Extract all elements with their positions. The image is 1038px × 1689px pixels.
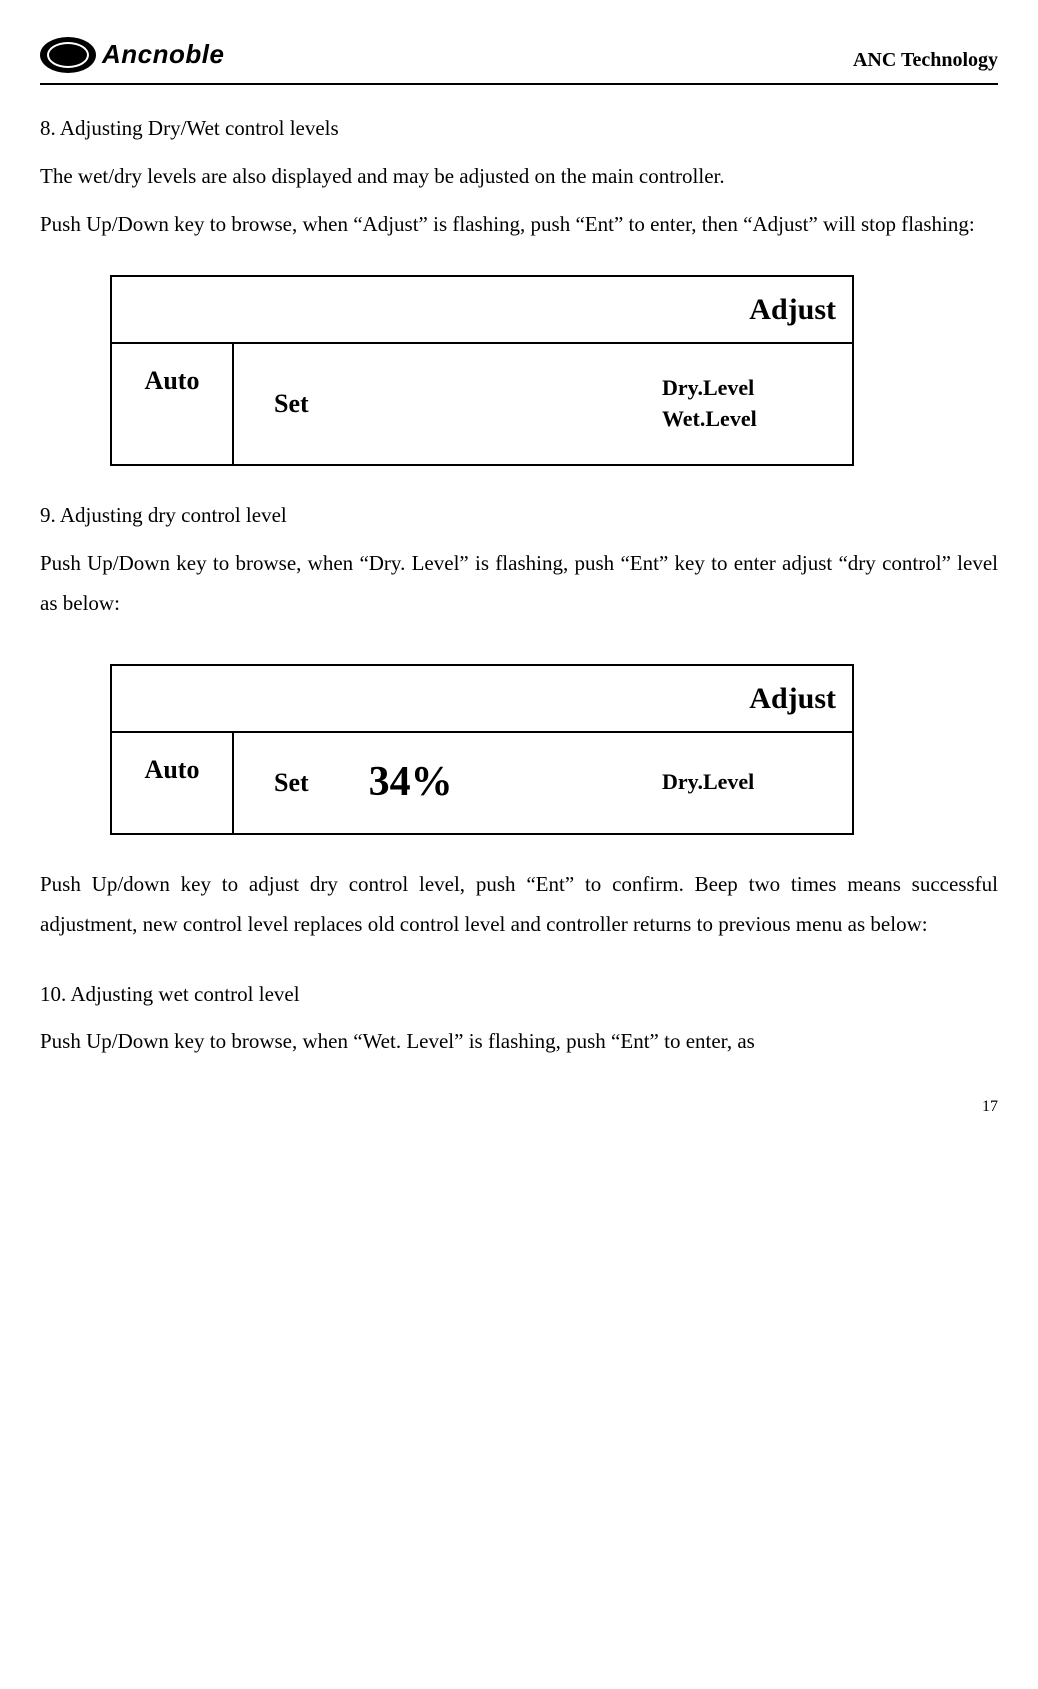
logo-text: Ancnoble: [102, 30, 224, 79]
page-number: 17: [40, 1092, 998, 1122]
page-header: Ancnoble ANC Technology: [40, 30, 998, 85]
lcd1-auto: Auto: [112, 344, 234, 464]
lcd1-top: Adjust: [112, 277, 852, 344]
lcd2-center: Set 34%: [234, 733, 662, 833]
section-8-heading: 8. Adjusting Dry/Wet control levels: [40, 109, 998, 149]
lcd2-auto: Auto: [112, 733, 234, 833]
logo-icon: [40, 37, 96, 73]
section-9-para-1: Push Up/Down key to browse, when “Dry. L…: [40, 544, 998, 624]
lcd2-dry-level: Dry.Level: [662, 767, 754, 798]
section-10-para-1: Push Up/Down key to browse, when “Wet. L…: [40, 1022, 998, 1062]
lcd2-value: 34%: [369, 743, 453, 823]
section-8-para-1: The wet/dry levels are also displayed an…: [40, 157, 998, 197]
lcd2-set: Set: [274, 758, 309, 807]
section-9-heading: 9. Adjusting dry control level: [40, 496, 998, 536]
logo: Ancnoble: [40, 30, 224, 79]
lcd1-bottom: Auto Set Dry.Level Wet.Level: [112, 344, 852, 464]
lcd2-right: Dry.Level: [662, 733, 852, 833]
lcd1-center: Set: [234, 344, 662, 464]
section-10-heading: 10. Adjusting wet control level: [40, 975, 998, 1015]
section-9b-para-1: Push Up/down key to adjust dry control l…: [40, 865, 998, 945]
section-8-para-2: Push Up/Down key to browse, when “Adjust…: [40, 205, 998, 245]
lcd-display-2: Adjust Auto Set 34% Dry.Level: [110, 664, 854, 835]
lcd-display-1: Adjust Auto Set Dry.Level Wet.Level: [110, 275, 854, 466]
lcd2-top: Adjust: [112, 666, 852, 733]
header-company: ANC Technology: [853, 41, 998, 79]
lcd1-dry-level: Dry.Level: [662, 373, 754, 404]
lcd2-bottom: Auto Set 34% Dry.Level: [112, 733, 852, 833]
lcd1-right: Dry.Level Wet.Level: [662, 344, 852, 464]
lcd1-wet-level: Wet.Level: [662, 404, 757, 435]
lcd1-set: Set: [274, 379, 309, 428]
